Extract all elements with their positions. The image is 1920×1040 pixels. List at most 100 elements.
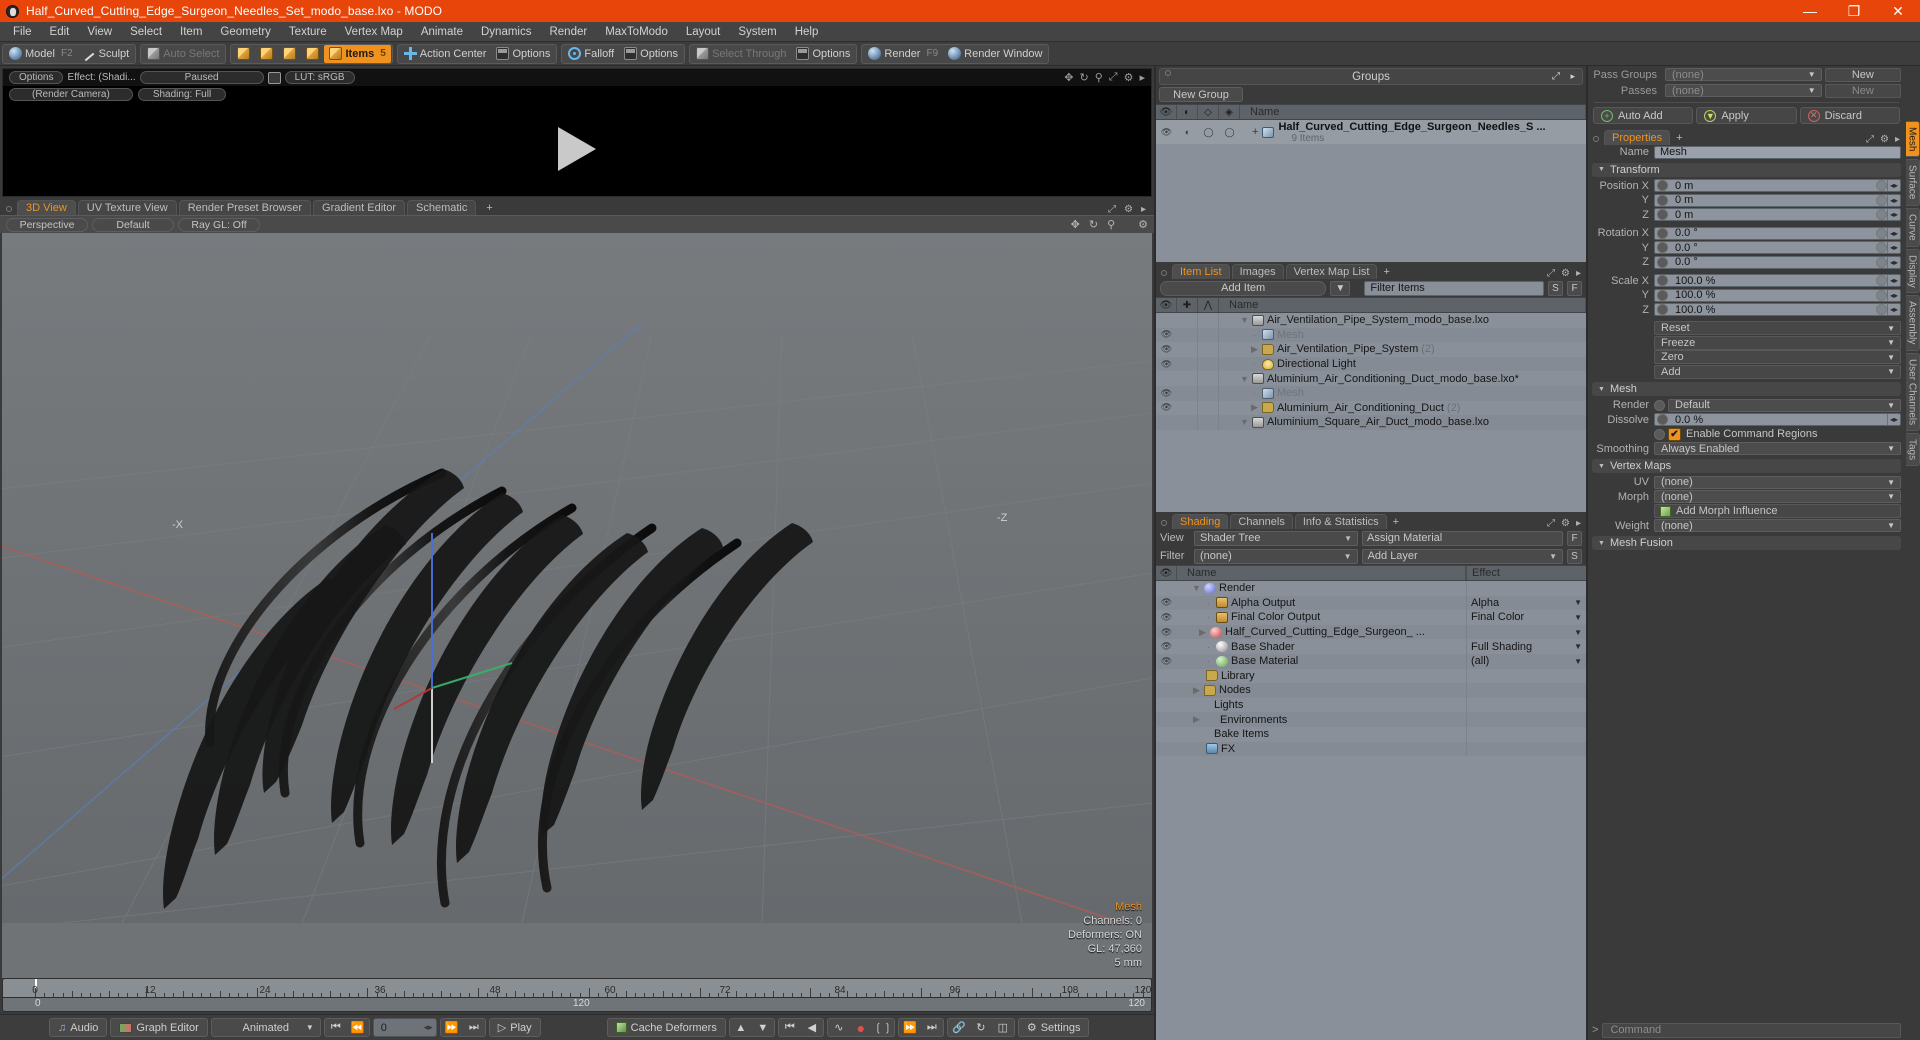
assign-material-button[interactable]: Assign Material [1362, 530, 1563, 546]
position-y-field[interactable]: 0 m ◂▸ [1654, 193, 1901, 207]
row-expander[interactable]: ▼ [1240, 315, 1249, 325]
groups-row-altpoly-icon[interactable]: ◯ [1219, 127, 1240, 138]
menu-animate[interactable]: Animate [412, 22, 472, 41]
knob-icon[interactable] [1876, 275, 1887, 287]
row-expander[interactable]: ▶ [1192, 714, 1201, 725]
freeze-dropdown[interactable]: Freeze ▼ [1654, 335, 1901, 350]
row-expander[interactable]: ▶ [1250, 402, 1259, 413]
row-effect[interactable]: Final Color ▼ [1466, 610, 1586, 625]
shader-filter-dropdown[interactable]: (none) ▼ [1194, 548, 1358, 564]
groups-col-poly[interactable]: ◇ [1198, 105, 1219, 119]
enable-command-regions-checkbox[interactable]: ✔ [1668, 427, 1681, 441]
edge-mode-button[interactable] [255, 45, 278, 63]
viewport-raygl-button[interactable]: Ray GL: Off [178, 217, 260, 232]
groups-col-shade[interactable]: ◐ [1177, 105, 1198, 119]
name-field[interactable]: Mesh [1654, 145, 1901, 159]
action-center-options-button[interactable]: Options [491, 45, 555, 63]
spinner-icon[interactable]: ◂▸ [1887, 180, 1900, 192]
table-row[interactable]: 👁 ▶ Half_Curved_Cutting_Edge_Surgeon_ ...… [1156, 624, 1586, 640]
row-expander[interactable]: · [1250, 388, 1259, 398]
rotate-icon[interactable]: ↻ [1089, 218, 1098, 231]
spinner-icon[interactable]: ◂▸ [1887, 289, 1900, 301]
spinner-icon[interactable]: ◂▸ [1887, 256, 1900, 268]
discard-button[interactable]: ✕ Discard [1799, 107, 1900, 124]
morph-dropdown[interactable]: (none) ▼ [1654, 490, 1901, 504]
row-eye-icon[interactable]: 👁 [1156, 402, 1177, 413]
channel-knob-icon[interactable] [1657, 275, 1668, 287]
end-key-icon[interactable]: ⏭ [921, 1019, 943, 1036]
menu-texture[interactable]: Texture [280, 22, 336, 41]
menu-edit[interactable]: Edit [41, 22, 79, 41]
side-tab-mesh[interactable]: Mesh [1905, 121, 1920, 158]
add-dropdown[interactable]: Add ▼ [1654, 364, 1901, 379]
row-effect[interactable]: Alpha ▼ [1466, 595, 1586, 611]
tab-schematic[interactable]: Schematic [407, 200, 477, 215]
polygon-mode-button[interactable] [278, 45, 301, 63]
table-row[interactable]: ▼ Aluminium_Air_Conditioning_Duct_modo_ba… [1156, 371, 1586, 386]
knob-icon[interactable] [1876, 209, 1887, 221]
zoom-icon[interactable]: ⚲ [1095, 71, 1103, 84]
add-item-dropdown-button[interactable]: ▼ [1330, 280, 1351, 296]
groups-row-poly-icon[interactable]: ◯ [1198, 127, 1219, 138]
key-up-icon[interactable]: ▲ [730, 1019, 752, 1036]
chevron-right-icon[interactable]: ▸ [1139, 71, 1145, 84]
passes-new-button[interactable]: New [1824, 83, 1901, 98]
key-down-icon[interactable]: ▼ [752, 1019, 774, 1036]
table-row[interactable]: Library [1156, 668, 1586, 684]
row-expander[interactable]: ▼ [1192, 583, 1201, 593]
filter-items-input[interactable]: Filter Items [1364, 280, 1544, 296]
tab-3d-view[interactable]: 3D View [17, 200, 76, 215]
table-row[interactable]: 👁 · Alpha Output Alpha ▼ [1156, 595, 1586, 611]
vertex-maps-section-header[interactable]: ▼ Vertex Maps [1592, 459, 1901, 473]
spinner-icon[interactable]: ◂▸ [1887, 194, 1900, 206]
apply-button[interactable]: ▼ Apply [1696, 107, 1797, 124]
groups-row-shade-icon[interactable]: ◐ [1177, 127, 1198, 137]
jump-end-icon[interactable]: ⏭ [463, 1019, 485, 1036]
tab-item-list[interactable]: Item List [1172, 264, 1230, 279]
items-mode-button[interactable]: Items 5 [324, 44, 391, 63]
row-expander[interactable]: · [1250, 330, 1259, 340]
row-expander[interactable]: ▶ [1192, 685, 1201, 696]
row-effect[interactable]: Full Shading ▼ [1466, 639, 1586, 654]
tab-uv-texture-view[interactable]: UV Texture View [77, 200, 177, 215]
preview-canvas[interactable] [3, 102, 1151, 196]
groups-handle-icon[interactable] [1165, 70, 1171, 76]
viewport-chevron-icon[interactable]: ▸ [1141, 204, 1146, 215]
groups-chevron-icon[interactable]: ▸ [1570, 71, 1575, 82]
model-mode-button[interactable]: Model F2 [4, 45, 78, 63]
render-window-button[interactable]: Render Window [943, 45, 1047, 63]
spinner-icon[interactable]: ◂▸ [1887, 414, 1900, 426]
properties-gear-icon[interactable]: ⚙ [1880, 134, 1889, 145]
preview-options-button[interactable]: Options [9, 71, 64, 84]
add-layer-dropdown[interactable]: Add Layer ▼ [1361, 548, 1563, 564]
shader-view-dropdown[interactable]: Shader Tree ▼ [1194, 530, 1358, 546]
groups-row[interactable]: 👁 ◐ ◯ ◯ + Half_Curved_Cutting_Edge_Surge… [1156, 120, 1586, 144]
tab-gradient-editor[interactable]: Gradient Editor [313, 200, 405, 215]
settings-button[interactable]: ⚙ Settings [1017, 1018, 1090, 1037]
channel-knob-icon[interactable] [1657, 180, 1668, 192]
knob-icon[interactable] [1876, 227, 1887, 239]
filter-s-button[interactable]: S [1548, 280, 1563, 296]
knob-icon[interactable] [1876, 256, 1887, 268]
shading-full-button[interactable]: Shading: Full [137, 87, 227, 101]
add-item-button[interactable]: Add Item [1160, 280, 1327, 296]
timeline-ruler[interactable]: 0 12 24 36 48 60 72 84 96 108 120 [2, 978, 1152, 998]
menu-dynamics[interactable]: Dynamics [472, 22, 540, 41]
close-button[interactable]: ✕ [1876, 0, 1920, 22]
bracket-key-icon[interactable]: ❲❳ [872, 1019, 894, 1036]
channel-knob-icon[interactable] [1657, 304, 1668, 316]
tab-properties[interactable]: Properties [1604, 130, 1671, 145]
smoothing-dropdown[interactable]: Always Enabled ▼ [1654, 442, 1901, 456]
play-preview-icon[interactable] [558, 127, 596, 171]
preview-effect-label[interactable]: Effect: (Shadi... [67, 72, 135, 83]
table-row[interactable]: FX [1156, 741, 1586, 757]
table-row[interactable]: 👁 · Mesh [1156, 385, 1586, 401]
item-list-table-body[interactable]: ▼ Air_Ventilation_Pipe_System_modo_base.l… [1156, 313, 1586, 512]
groups-table-body[interactable]: 👁 ◐ ◯ ◯ + Half_Curved_Cutting_Edge_Surge… [1156, 120, 1586, 262]
properties-handle-icon[interactable] [1593, 136, 1599, 142]
auto-select-button[interactable]: Auto Select [142, 45, 224, 63]
menu-system[interactable]: System [729, 22, 785, 41]
row-expander[interactable]: ▼ [1240, 374, 1249, 384]
position-x-field[interactable]: 0 m ◂▸ [1654, 179, 1901, 193]
viewport-tab-handle-icon[interactable] [6, 206, 12, 212]
